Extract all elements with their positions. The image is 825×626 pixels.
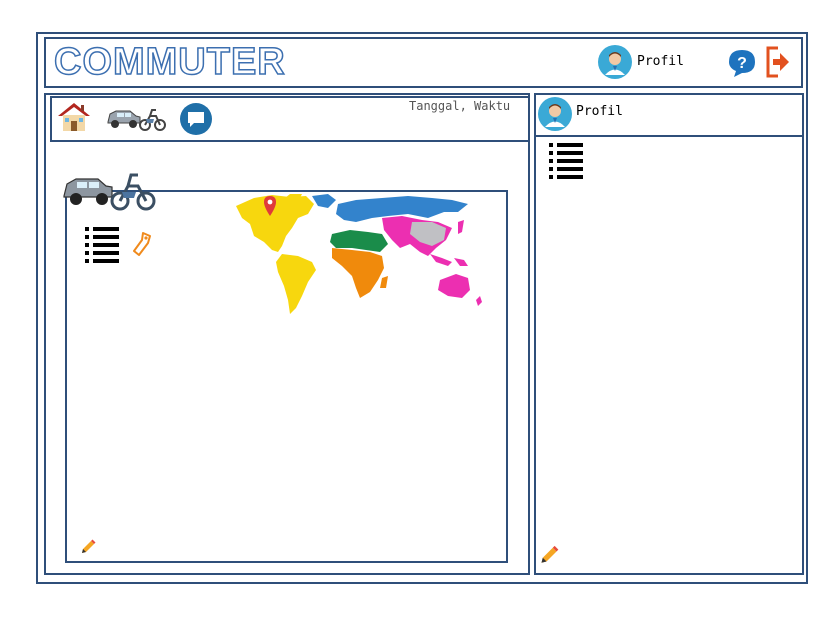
vehicles-icon [62, 166, 156, 212]
side-panel-avatar[interactable] [538, 97, 572, 131]
app-logo: COMMUTER [53, 40, 286, 84]
map-region-south-america [276, 254, 316, 314]
side-panel-profile-label[interactable]: Profil [576, 104, 623, 119]
list-icon[interactable] [549, 143, 583, 181]
svg-text:?: ? [737, 55, 747, 72]
home-icon[interactable] [56, 100, 92, 134]
side-panel-header [534, 93, 804, 137]
tag-icon[interactable] [131, 231, 153, 257]
map-region-greenland [312, 194, 336, 208]
datetime-label: Tanggal, Waktu [409, 99, 511, 113]
vehicles-icon[interactable] [106, 102, 166, 132]
world-map[interactable] [232, 192, 506, 316]
logout-icon[interactable] [765, 46, 791, 78]
map-region-africa [332, 248, 384, 298]
map-region-australia [438, 274, 470, 298]
edit-pencil-icon[interactable] [539, 544, 559, 564]
edit-pencil-icon[interactable] [80, 538, 96, 554]
header-avatar[interactable] [598, 45, 632, 79]
header-profile-label[interactable]: Profil [637, 54, 684, 69]
help-icon[interactable]: ? [726, 48, 758, 78]
list-icon[interactable] [85, 227, 119, 265]
chat-icon[interactable] [179, 102, 213, 136]
